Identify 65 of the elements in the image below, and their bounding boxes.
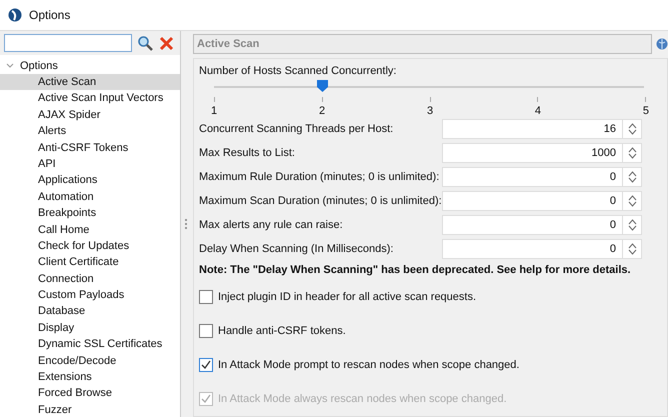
slider-label: Number of Hosts Scanned Concurrently: xyxy=(199,65,398,77)
tree-item[interactable]: Anti-CSRF Tokens xyxy=(0,140,180,156)
app-logo-icon xyxy=(8,8,22,22)
tick-label: 1 xyxy=(211,105,218,117)
spinner-arrows-icon[interactable] xyxy=(628,123,636,135)
field-label: Max Results to List: xyxy=(199,147,296,159)
tick-label: 3 xyxy=(426,105,434,117)
tick-label: 5 xyxy=(642,105,649,117)
spinner-arrows-icon[interactable] xyxy=(628,243,636,255)
tree-item[interactable]: API xyxy=(0,156,180,172)
tree-item[interactable]: Client Certificate xyxy=(0,254,180,271)
spinner-arrows-icon[interactable] xyxy=(628,147,636,159)
tree-item[interactable]: Alerts xyxy=(0,123,180,140)
tree-item[interactable]: Display xyxy=(0,320,180,336)
tree-item[interactable]: Options xyxy=(20,60,58,72)
field-label: Maximum Scan Duration (minutes; 0 is unlimited): xyxy=(199,195,442,207)
tree-item[interactable]: Call Home xyxy=(0,222,180,238)
tree-item[interactable]: Custom Payloads xyxy=(0,287,180,304)
tree-item[interactable]: Applications xyxy=(0,172,180,189)
checkbox[interactable] xyxy=(199,290,213,304)
tree-item[interactable]: Automation xyxy=(0,188,180,206)
tick-label: 2 xyxy=(318,105,326,117)
checkbox-label: Inject plugin ID in header for all active scan requests. xyxy=(218,291,476,303)
deprecation-note: Note: The "Delay When Scanning" has been deprecated. See help for more details. xyxy=(199,264,632,276)
checkbox[interactable] xyxy=(199,324,213,338)
tree-item[interactable]: Extensions xyxy=(0,369,180,386)
tree-item[interactable]: Active Scan xyxy=(0,74,180,90)
number-spinner[interactable]: 0 xyxy=(442,167,642,187)
clear-icon[interactable] xyxy=(159,36,174,50)
number-spinner[interactable]: 0 xyxy=(442,191,642,211)
spinner-arrows-icon[interactable] xyxy=(628,195,636,207)
slider-thumb[interactable] xyxy=(316,80,328,92)
tree-item[interactable]: Active Scan Input Vectors xyxy=(0,90,180,107)
spinner-arrows-icon[interactable] xyxy=(628,219,636,231)
tree-item[interactable]: Database xyxy=(0,303,180,320)
number-spinner[interactable]: 0 xyxy=(442,239,642,259)
tick-label: 4 xyxy=(534,105,542,117)
checkbox-label: In Attack Mode prompt to rescan nodes when scope changed. xyxy=(218,359,520,371)
tree-item[interactable]: Fuzzer xyxy=(0,402,180,417)
tree-item[interactable]: Connection xyxy=(0,270,180,288)
spinner-arrows-icon[interactable] xyxy=(628,171,636,183)
help-globe-icon[interactable] xyxy=(656,38,668,50)
number-spinner[interactable]: 1000 xyxy=(442,143,642,163)
field-label: Max alerts any rule can raise: xyxy=(199,219,344,231)
number-spinner[interactable]: 0 xyxy=(442,215,642,235)
tree-item[interactable]: AJAX Spider xyxy=(0,106,180,124)
field-label: Concurrent Scanning Threads per Host: xyxy=(199,123,394,135)
tree-item[interactable]: Encode/Decode xyxy=(0,352,180,370)
window-title: Options xyxy=(29,8,70,22)
tree-item[interactable]: Check for Updates xyxy=(0,238,180,254)
chevron-down-icon[interactable] xyxy=(6,62,14,70)
checkbox[interactable] xyxy=(199,358,213,372)
field-label: Maximum Rule Duration (minutes; 0 is unlimited): xyxy=(199,171,440,183)
splitter-handle-icon[interactable] xyxy=(185,219,187,229)
field-label: Delay When Scanning (In Milliseconds): xyxy=(199,243,394,255)
panel-title: Active Scan xyxy=(193,34,652,54)
slider-track[interactable] xyxy=(214,80,644,94)
search-field[interactable] xyxy=(4,34,132,52)
search-icon[interactable] xyxy=(137,34,154,52)
checkbox-label: In Attack Mode always rescan nodes when scope changed. xyxy=(218,393,507,405)
tree-item[interactable]: Forced Browse xyxy=(0,385,180,402)
number-spinner[interactable]: 16 xyxy=(442,119,642,139)
tree-item[interactable]: Dynamic SSL Certificates xyxy=(0,336,180,353)
checkbox-label: Handle anti-CSRF tokens. xyxy=(218,325,346,337)
tree-item[interactable]: Breakpoints xyxy=(0,205,180,222)
